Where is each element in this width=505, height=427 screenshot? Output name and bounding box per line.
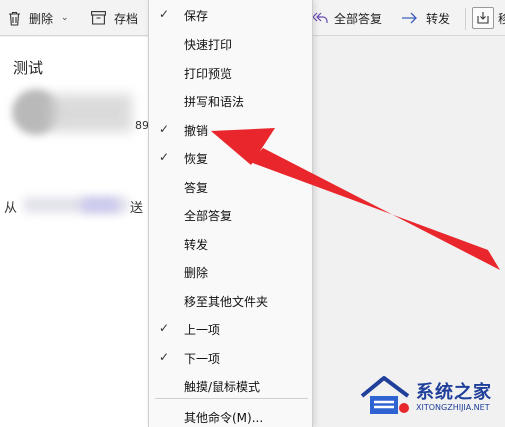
menu-item-label: 上一项 — [184, 323, 221, 337]
menu-item-label: 答复 — [184, 181, 209, 195]
menu-item-label: 下一项 — [184, 352, 221, 366]
message-subject: 测试 — [13, 59, 44, 77]
move-icon — [472, 7, 494, 29]
outlook-window: 删除 ⌄ 存档 全部答复 转发 移 测试 89 从 送 ✓ 保存 快速打印 打印… — [0, 0, 505, 427]
menu-item-label: 转发 — [184, 238, 209, 252]
archive-button[interactable]: 存档 — [91, 0, 138, 36]
watermark-title: 系统之家 — [416, 382, 492, 403]
menu-item-reply[interactable]: 答复 — [149, 172, 314, 200]
forward-button[interactable]: 转发 — [401, 0, 450, 36]
menu-item-label: 移至其他文件夹 — [184, 295, 269, 309]
delete-button[interactable]: 删除 ⌄ — [8, 0, 69, 36]
menu-item-move-to-folder[interactable]: 移至其他文件夹 — [149, 286, 314, 314]
menu-item-label: 拼写和语法 — [184, 95, 245, 109]
menu-item-label: 快速打印 — [184, 38, 233, 52]
check-icon: ✓ — [159, 122, 170, 136]
from-link-blurred — [82, 198, 118, 212]
trash-icon — [8, 11, 21, 26]
move-button[interactable]: 移 — [472, 0, 505, 36]
menu-item-redo[interactable]: ✓ 恢复 — [149, 143, 314, 171]
watermark-url: XITONGZHIJIA.NET — [416, 403, 490, 412]
menu-item-forward[interactable]: 转发 — [149, 229, 314, 257]
menu-item-save[interactable]: ✓ 保存 — [149, 0, 314, 28]
menu-item-quick-print[interactable]: 快速打印 — [149, 29, 314, 57]
menu-item-spelling-grammar[interactable]: 拼写和语法 — [149, 86, 314, 114]
house-logo-icon — [360, 376, 410, 414]
menu-item-label: 打印预览 — [184, 67, 233, 81]
reply-all-button[interactable]: 全部答复 — [312, 0, 382, 36]
watermark: 系统之家 XITONGZHIJIA.NET — [358, 374, 498, 420]
archive-label: 存档 — [114, 11, 139, 26]
menu-item-label: 删除 — [184, 266, 209, 280]
forward-icon — [401, 12, 418, 24]
menu-item-delete[interactable]: 删除 — [149, 257, 314, 285]
reading-pane: 测试 89 从 送 — [0, 37, 149, 427]
menu-item-label: 保存 — [184, 9, 209, 23]
menu-item-touch-mouse-mode[interactable]: 触摸/鼠标模式 — [149, 371, 314, 399]
menu-item-label: 全部答复 — [184, 209, 233, 223]
sender-number-partial: 89 — [135, 119, 149, 132]
from-label: 从 — [4, 201, 18, 216]
menu-item-reply-all[interactable]: 全部答复 — [149, 200, 314, 228]
archive-icon — [91, 11, 106, 25]
delete-label: 删除 — [29, 11, 54, 26]
check-icon: ✓ — [159, 7, 170, 21]
sent-label: 送 — [130, 201, 144, 216]
check-icon: ✓ — [159, 150, 170, 164]
forward-label: 转发 — [426, 11, 451, 26]
menu-item-print-preview[interactable]: 打印预览 — [149, 58, 314, 86]
menu-item-next[interactable]: ✓ 下一项 — [149, 343, 314, 371]
menu-item-undo[interactable]: ✓ 撤销 — [149, 115, 314, 143]
background-area — [316, 37, 505, 427]
check-icon: ✓ — [159, 350, 170, 364]
quick-access-context-menu: ✓ 保存 快速打印 打印预览 拼写和语法 ✓ 撤销 ✓ 恢复 答复 全部答复 转… — [148, 0, 313, 427]
menu-item-more-commands[interactable]: 其他命令(M)... — [149, 402, 314, 427]
menu-item-label: 触摸/鼠标模式 — [184, 380, 261, 394]
reply-all-icon — [312, 11, 328, 25]
menu-item-label: 其他命令(M)... — [184, 411, 264, 425]
menu-item-previous[interactable]: ✓ 上一项 — [149, 314, 314, 342]
toolbar-separator — [465, 8, 466, 30]
menu-item-label: 恢复 — [184, 152, 209, 166]
chevron-down-icon[interactable]: ⌄ — [61, 13, 69, 23]
check-icon: ✓ — [159, 321, 170, 335]
menu-item-label: 撤销 — [184, 124, 209, 138]
sender-info-blurred — [50, 94, 132, 132]
reply-all-label: 全部答复 — [334, 11, 383, 26]
menu-divider — [155, 398, 308, 399]
move-label: 移 — [498, 11, 505, 26]
